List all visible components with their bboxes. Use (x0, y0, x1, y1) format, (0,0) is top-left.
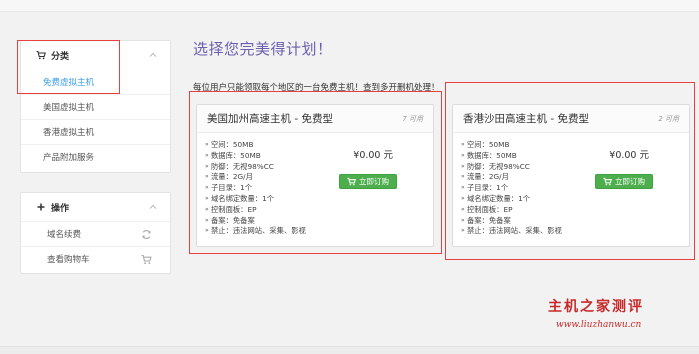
sidebar-item-label: 产品附加服务 (43, 153, 95, 163)
chevron-up-icon[interactable] (148, 50, 158, 60)
product-availability: 7 可用 (402, 114, 423, 123)
sidebar-item-addons[interactable]: 产品附加服务 (21, 144, 170, 169)
product-card-header: 美国加州高速主机 - 免费型 7 可用 (197, 105, 433, 133)
sidebar-item-view-cart[interactable]: 查看购物车 (21, 246, 170, 271)
sidebar-item-free-hosting[interactable]: 免费虚拟主机 (21, 69, 170, 94)
feature-item: » 域名绑定数量：1个 (461, 193, 531, 203)
plus-icon (36, 202, 46, 212)
actions-panel: 操作 域名续费 查看购物车 (20, 192, 171, 274)
product-card-body: » 空间：50MB » 数据库：50MB » 防御：无视98%CC » 流量：2G/月 … (197, 133, 433, 237)
feature-item: » 子目录：1个 (205, 183, 253, 193)
product-availability: 2 可用 (658, 114, 679, 123)
order-now-button[interactable]: 立即订购 (595, 174, 653, 189)
cart-icon (347, 177, 356, 186)
sidebar-item-domain-renew[interactable]: 域名续费 (21, 221, 170, 246)
feature-item: » 备案：免备案 (461, 215, 511, 225)
category-header-label: 分类 (51, 51, 70, 62)
actions-header-label: 操作 (51, 203, 70, 214)
sidebar-item-label: 查看购物车 (47, 255, 90, 265)
product-name: 香港沙田高速主机 - 免费型 (463, 113, 589, 125)
category-panel-header[interactable]: 分类 (21, 41, 170, 69)
notice-text: 每位用户只能领取每个地区的一台免费主机！查到多开删机处理！ (193, 83, 440, 93)
feature-item: » 流量：2G/月 (205, 172, 253, 182)
product-name: 美国加州高速主机 - 免费型 (207, 113, 333, 125)
sidebar-item-label: 香港虚拟主机 (43, 128, 95, 138)
sidebar-item-hk-hosting[interactable]: 香港虚拟主机 (21, 119, 170, 144)
feature-item: » 控制面板：EP (461, 204, 513, 214)
sidebar-item-label: 美国虚拟主机 (43, 103, 95, 113)
feature-item: » 域名绑定数量：1个 (205, 193, 275, 203)
feature-item: » 数据库：50MB (205, 150, 261, 160)
feature-item: » 空间：50MB (205, 140, 254, 149)
bottom-bar (0, 346, 699, 354)
page-title: 选择您完美得计划！ (193, 40, 333, 58)
sidebar-item-label: 域名续费 (47, 230, 82, 240)
watermark-url: www.liuzhanwu.cn (556, 320, 642, 330)
product-card-us: 美国加州高速主机 - 免费型 7 可用 » 空间：50MB » 数据库：50MB »… (196, 104, 434, 247)
category-panel: 分类 免费虚拟主机 美国虚拟主机 香港虚拟主机 产品附加服务 (20, 40, 171, 173)
cart-icon (36, 50, 46, 60)
order-button-label: 立即订购 (359, 177, 389, 186)
order-button-label: 立即订购 (615, 177, 645, 186)
feature-item: » 禁止：违法网站、采集、影视 (461, 226, 562, 236)
order-now-button[interactable]: 立即订购 (339, 174, 397, 189)
product-price: ¥0.00 元 (353, 150, 393, 161)
feature-item: » 空间：50MB (461, 140, 510, 149)
product-card-hk: 香港沙田高速主机 - 免费型 2 可用 » 空间：50MB » 数据库：50MB »… (452, 104, 690, 247)
sidebar-item-label: 免费虚拟主机 (43, 77, 95, 88)
feature-item: » 流量：2G/月 (461, 172, 509, 182)
feature-item: » 防御：无视98%CC (205, 161, 274, 171)
product-price: ¥0.00 元 (609, 150, 649, 161)
cart-icon (603, 177, 612, 186)
feature-item: » 备案：免备案 (205, 215, 255, 225)
refresh-icon (141, 229, 152, 240)
product-card-body: » 空间：50MB » 数据库：50MB » 防御：无视98%CC » 流量：2G/月 … (453, 133, 689, 237)
top-bar (0, 0, 699, 12)
actions-panel-header[interactable]: 操作 (21, 193, 170, 221)
feature-item: » 子目录：1个 (461, 183, 509, 193)
product-card-header: 香港沙田高速主机 - 免费型 2 可用 (453, 105, 689, 133)
sidebar-item-us-hosting[interactable]: 美国虚拟主机 (21, 94, 170, 119)
feature-item: » 数据库：50MB (461, 150, 517, 160)
watermark-title: 主机之家测评 (548, 299, 644, 315)
chevron-up-icon[interactable] (148, 202, 158, 212)
cart-icon (141, 254, 152, 265)
feature-item: » 控制面板：EP (205, 204, 257, 214)
feature-item: » 防御：无视98%CC (461, 161, 530, 171)
feature-item: » 禁止：违法网站、采集、影视 (205, 226, 306, 236)
